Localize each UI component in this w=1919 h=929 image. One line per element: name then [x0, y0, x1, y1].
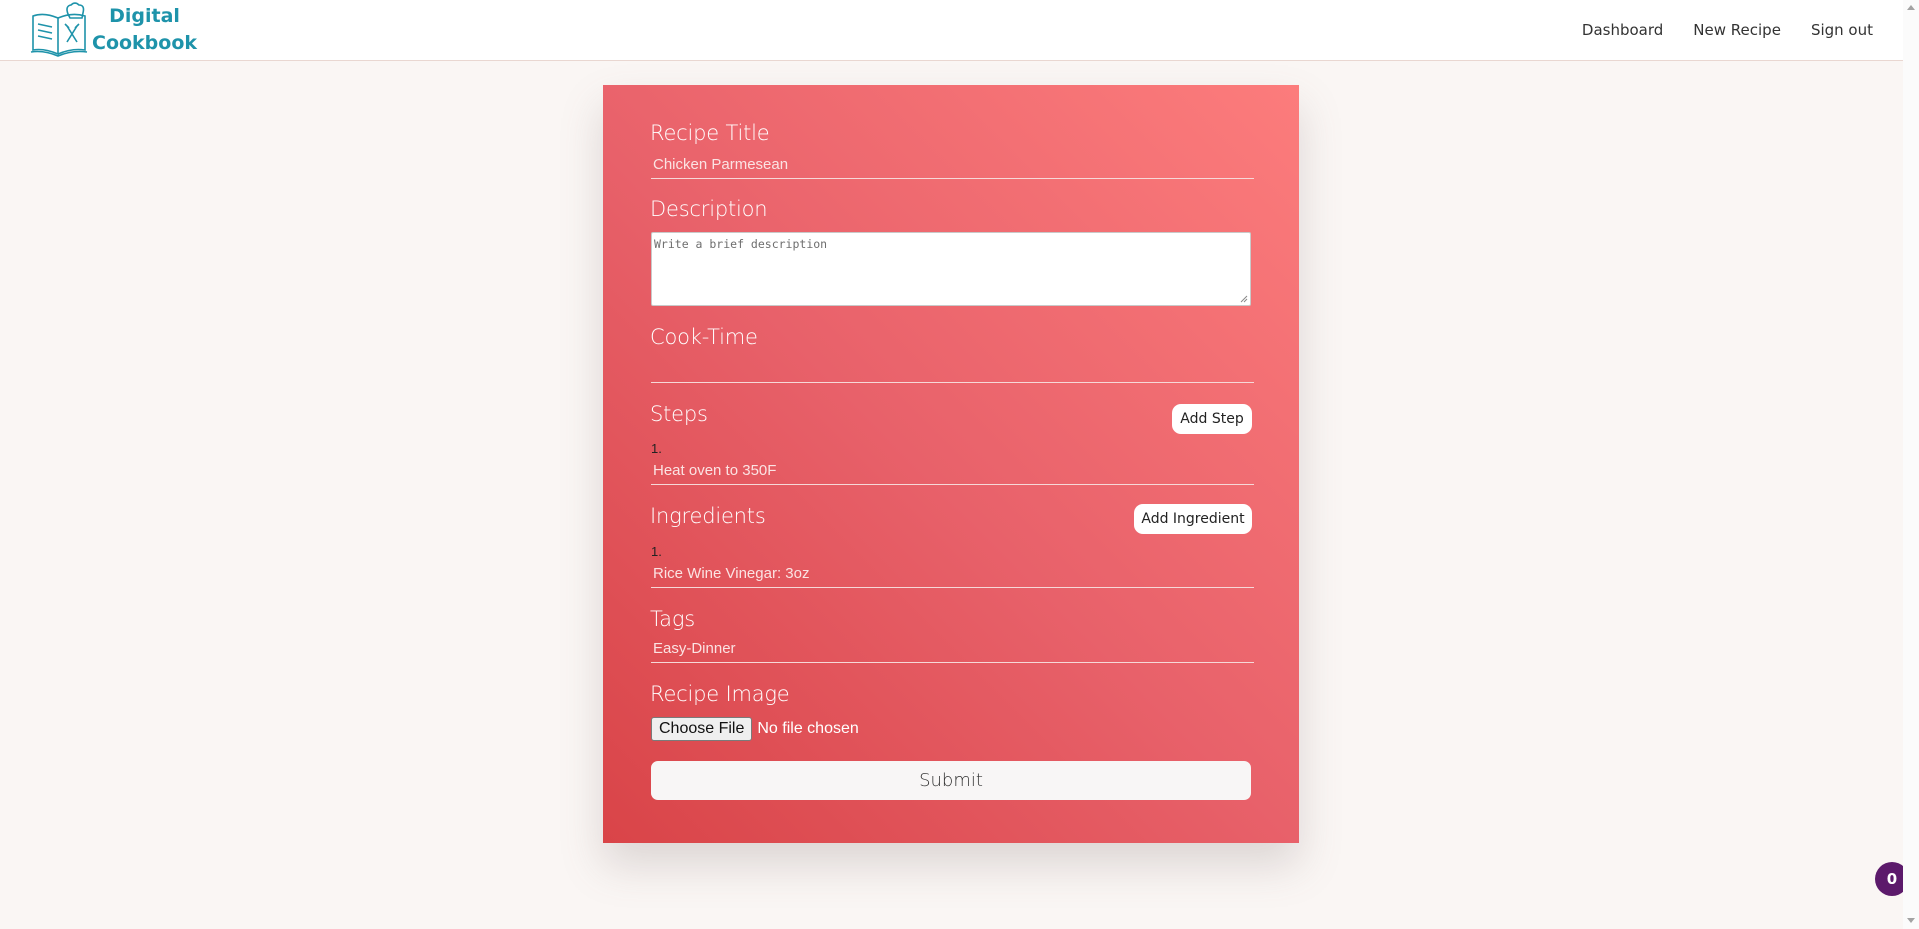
add-step-button[interactable]: Add Step	[1172, 404, 1252, 434]
nav-link-new-recipe[interactable]: New Recipe	[1693, 21, 1781, 39]
add-ingredient-button[interactable]: Add Ingredient	[1134, 504, 1252, 534]
nav-links: Dashboard New Recipe Sign out	[1582, 0, 1873, 60]
step-input[interactable]: Heat oven to 350F	[651, 459, 1254, 485]
step-number: 1.	[651, 441, 662, 456]
page: Digital Cookbook Dashboard New Recipe Si…	[0, 0, 1919, 929]
ingredient-number: 1.	[651, 544, 662, 559]
recipe-image-label: Recipe Image	[650, 682, 790, 706]
recipe-image-file-input[interactable]: Choose File No file chosen	[651, 717, 859, 741]
navbar: Digital Cookbook Dashboard New Recipe Si…	[0, 0, 1903, 61]
textarea-resize-icon[interactable]	[1240, 295, 1248, 303]
brand[interactable]: Digital Cookbook	[30, 0, 197, 60]
description-label: Description	[650, 197, 768, 221]
choose-file-button[interactable]: Choose File	[651, 717, 753, 741]
scroll-down-icon[interactable]	[1907, 918, 1915, 923]
scroll-up-icon[interactable]	[1907, 5, 1915, 10]
cooktime-label: Cook-Time	[650, 325, 758, 349]
nav-link-sign-out[interactable]: Sign out	[1811, 21, 1873, 39]
recipe-form: Recipe Title Chicken Parmesean Descripti…	[603, 85, 1299, 843]
tags-input[interactable]: Easy-Dinner	[651, 637, 1254, 663]
description-textarea[interactable]: Write a brief description	[651, 232, 1251, 306]
cookbook-logo-icon	[30, 2, 88, 57]
brand-line-2: Cookbook	[92, 32, 198, 54]
submit-button[interactable]: Submit	[651, 761, 1251, 800]
tags-label: Tags	[650, 607, 695, 631]
cooktime-input[interactable]	[651, 357, 1254, 383]
recipe-title-label: Recipe Title	[650, 121, 770, 145]
description-placeholder: Write a brief description	[654, 237, 828, 251]
brand-name: Digital Cookbook	[92, 3, 197, 57]
scrollbar[interactable]	[1903, 0, 1919, 929]
steps-label: Steps	[650, 402, 708, 426]
file-status: No file chosen	[757, 720, 859, 737]
nav-link-dashboard[interactable]: Dashboard	[1582, 21, 1663, 39]
brand-line-1: Digital	[109, 5, 180, 27]
ingredient-input[interactable]: Rice Wine Vinegar: 3oz	[651, 562, 1254, 588]
ingredients-label: Ingredients	[650, 504, 766, 528]
recipe-title-input[interactable]: Chicken Parmesean	[651, 153, 1254, 179]
